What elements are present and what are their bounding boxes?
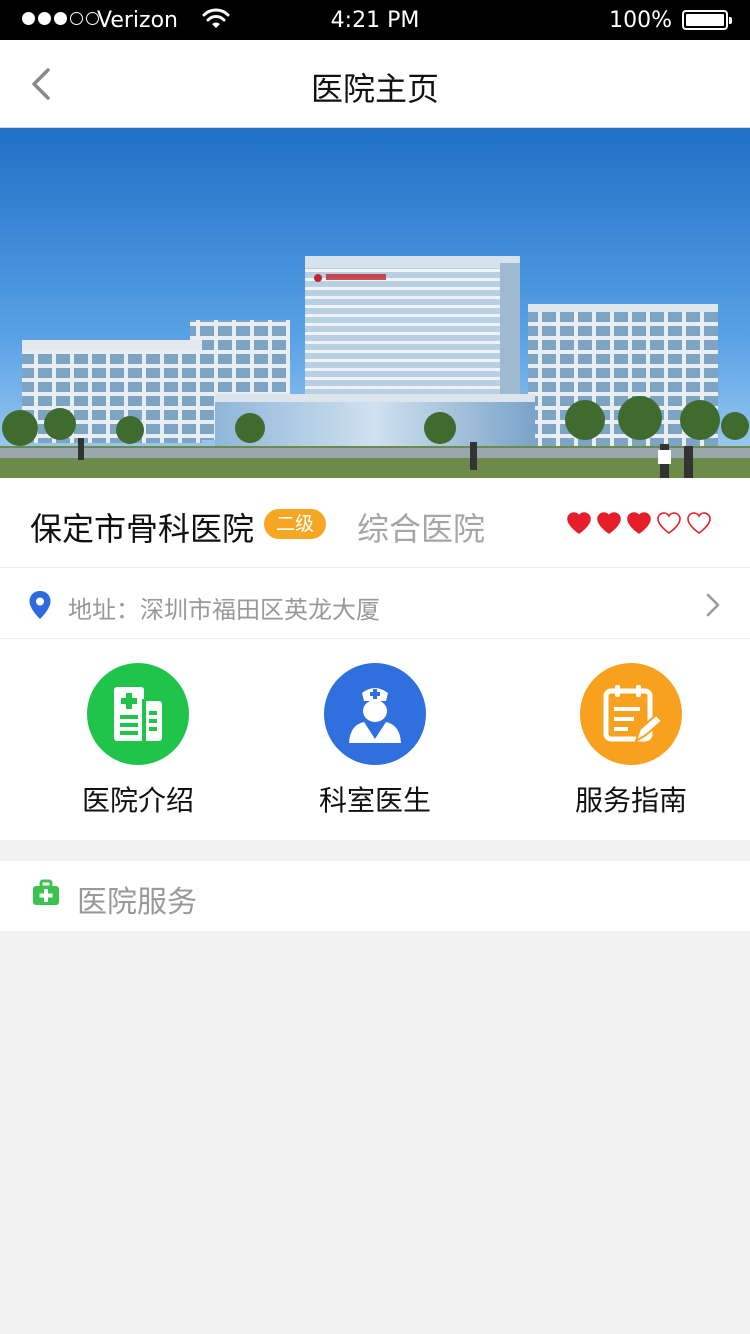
address-value: 深圳市福田区英龙大厦 — [140, 596, 380, 624]
hospital-name: 保定市骨科医院 — [30, 510, 255, 548]
medkit-icon — [33, 879, 59, 905]
page-title: 医院主页 — [310, 70, 439, 108]
clipboard-pen-icon — [603, 685, 664, 744]
services-title: 医院服务 — [77, 885, 197, 920]
hospital-intro-icon-circle — [87, 663, 189, 765]
battery-icon — [682, 10, 732, 30]
heart-filled-icon — [567, 512, 591, 534]
heart-outline-icon — [657, 512, 681, 534]
service-guide-button[interactable]: 服务指南 — [541, 663, 721, 823]
service-guide-icon-circle — [580, 663, 682, 765]
department-doctors-label: 科室医生 — [318, 784, 431, 817]
hospital-services-header: 医院服务 — [0, 861, 750, 931]
hospital-type: 综合医院 — [357, 510, 486, 548]
nurse-icon — [349, 688, 401, 743]
address-row[interactable]: 地址： 深圳市福田区英龙大厦 — [0, 568, 750, 639]
hospital-building-icon — [114, 687, 162, 741]
hospital-rating — [566, 511, 712, 535]
hospital-intro-button[interactable]: 医院介绍 — [48, 663, 228, 823]
address-label: 地址： — [68, 596, 140, 624]
hospital-intro-label: 医院介绍 — [81, 784, 194, 817]
location-pin-icon — [29, 591, 51, 619]
heart-filled-icon — [627, 512, 651, 534]
battery-percentage: 100% — [609, 8, 672, 33]
service-guide-label: 服务指南 — [574, 784, 687, 817]
heart-outline-icon — [687, 512, 711, 534]
status-bar: Verizon 4:21 PM 100% — [0, 0, 750, 40]
chevron-right-icon — [706, 593, 720, 617]
department-doctors-button[interactable]: 科室医生 — [285, 663, 465, 823]
level-badge: 二级 — [264, 509, 327, 539]
navigation-bar: 医院主页 — [0, 40, 750, 128]
department-doctors-icon-circle — [324, 663, 426, 765]
quick-actions: 医院介绍 科室医生 服务指南 — [0, 639, 750, 840]
hospital-photo — [0, 128, 750, 478]
heart-filled-icon — [597, 512, 621, 534]
